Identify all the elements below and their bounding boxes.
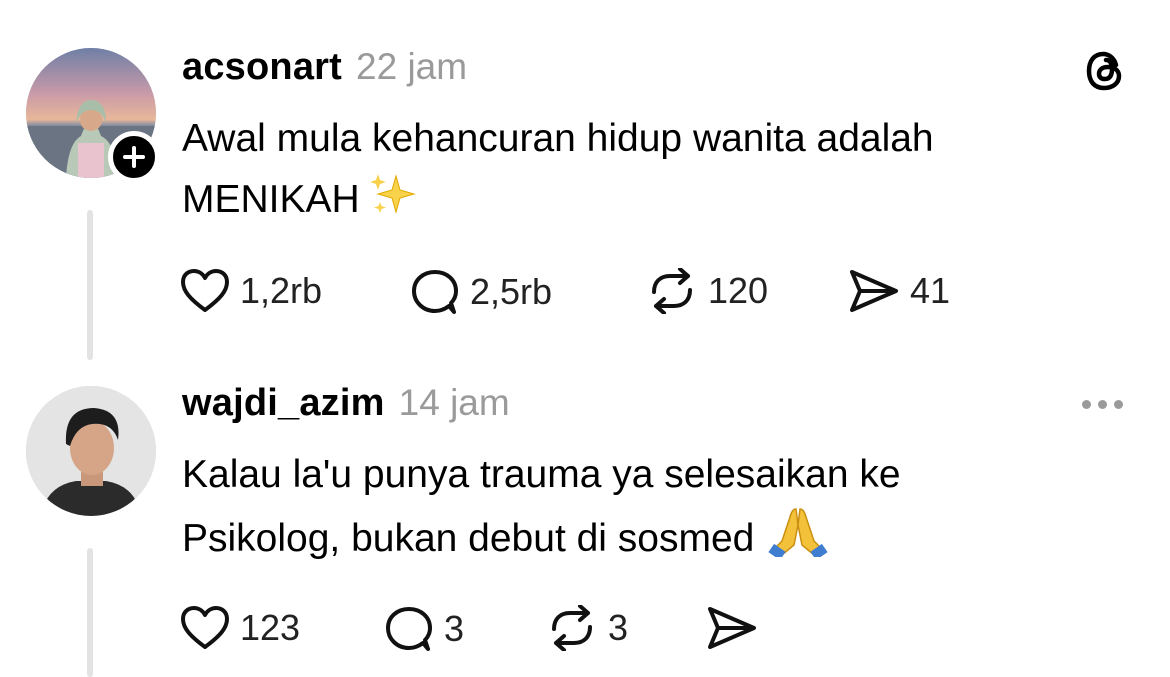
timestamp: 14 jam (398, 382, 510, 423)
post-content: Kalau la'u punya trauma ya selesaikan ke… (182, 444, 1102, 575)
repost-icon (552, 605, 592, 651)
thread-line (87, 548, 93, 677)
send-icon (708, 607, 756, 649)
reply-count: 3 (444, 608, 465, 649)
comment-icon (386, 607, 432, 651)
folded-hands-emoji (768, 505, 828, 575)
reply-button[interactable]: 3 (384, 605, 464, 653)
post-header: wajdi_azim 14 jam (182, 382, 510, 425)
content-line: Psikolog, bukan debut di sosmed (182, 517, 755, 560)
avatar-image (26, 386, 156, 516)
heart-icon (181, 606, 229, 649)
like-count: 123 (240, 607, 301, 648)
dot-icon (1114, 399, 1123, 409)
like-button[interactable]: 123 (180, 605, 300, 651)
repost-count: 3 (608, 607, 629, 648)
username[interactable]: wajdi_azim (182, 382, 385, 425)
repost-button[interactable]: 3 (546, 605, 628, 651)
post-wajdi_azim: wajdi_azim 14 jam Kalau la'u punya traum… (0, 0, 1170, 677)
more-options-button[interactable] (1082, 393, 1132, 415)
share-button[interactable] (706, 605, 758, 651)
avatar[interactable] (26, 386, 156, 516)
content-line: Kalau la'u punya trauma ya selesaikan ke (182, 453, 901, 496)
dot-icon (1098, 399, 1107, 409)
dot-icon (1082, 399, 1091, 409)
